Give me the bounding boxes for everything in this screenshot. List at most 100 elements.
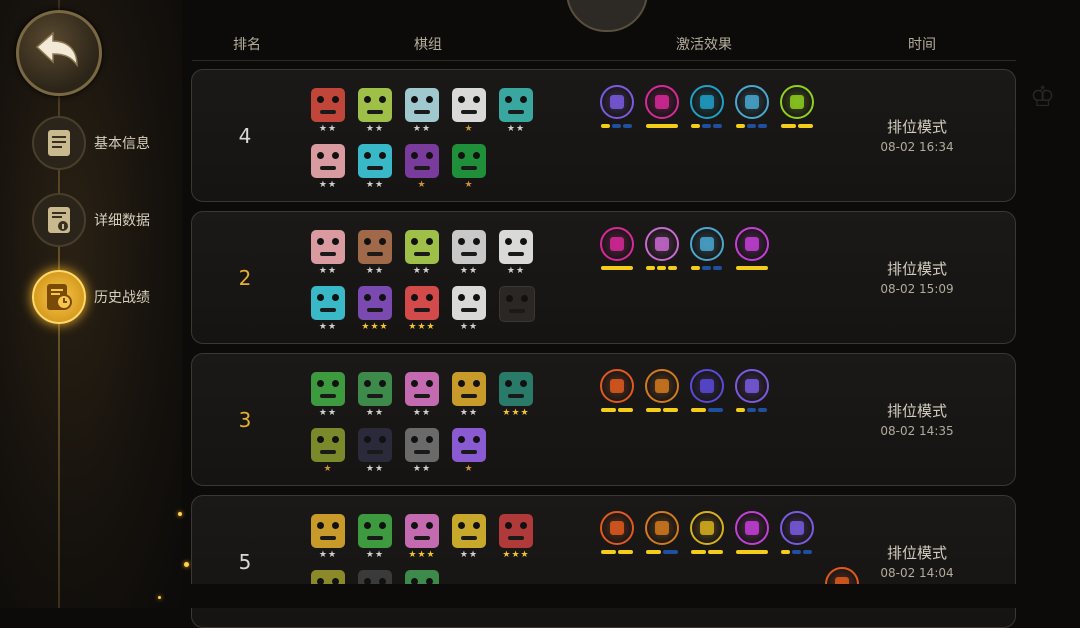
- match-rank: 2: [238, 266, 252, 290]
- star-rating: ★★: [506, 266, 526, 276]
- chess-piece-icon[interactable]: [358, 286, 392, 320]
- synergy-progress: [736, 266, 768, 270]
- match-row[interactable]: 2 ★★ ★★ ★★ ★★ ★★ ★★ ★★★ ★★★ ★★ 排位模式 08-02 15:09: [191, 211, 1016, 344]
- sidebar-item-match-history[interactable]: 历史战绩: [32, 270, 182, 324]
- star-rating: ★★: [459, 322, 479, 332]
- tablet-icon[interactable]: [600, 85, 634, 119]
- spark-decoration: [184, 562, 189, 567]
- star-rating: ★★: [459, 266, 479, 276]
- match-mode: 排位模式: [886, 260, 947, 278]
- info-doc-icon: [32, 193, 86, 247]
- synergy-progress: [781, 124, 813, 128]
- chess-piece-icon[interactable]: [311, 428, 345, 462]
- star-rating: ★★★: [502, 408, 530, 418]
- swirl-icon[interactable]: [690, 85, 724, 119]
- match-row[interactable]: 3 ★★ ★★ ★★ ★★ ★★★ ★ ★★ ★★ ★ 排位模式 08-02 14:35: [191, 353, 1016, 486]
- chess-piece-icon[interactable]: [358, 144, 392, 178]
- match-rank: 4: [238, 124, 252, 148]
- star-rating: ★★: [365, 550, 385, 560]
- top-emblem: [566, 0, 648, 32]
- skull-icon[interactable]: [735, 227, 769, 261]
- chess-piece-icon[interactable]: [499, 230, 533, 264]
- match-time: 08-02 14:04: [880, 566, 954, 580]
- chess-piece-icon[interactable]: [311, 372, 345, 406]
- chess-piece-icon[interactable]: [499, 514, 533, 548]
- star-rating: ★: [323, 464, 333, 474]
- chess-piece-icon[interactable]: [452, 144, 486, 178]
- star-rating: ★★: [365, 266, 385, 276]
- chess-piece-icon[interactable]: [311, 514, 345, 548]
- star-rating: ★★: [318, 550, 338, 560]
- skull-icon[interactable]: [735, 511, 769, 545]
- match-mode: 排位模式: [886, 402, 947, 420]
- gear-icon[interactable]: [645, 369, 679, 403]
- header-rank: 排名: [233, 37, 261, 53]
- synergy-progress: [646, 124, 678, 128]
- header-lineup: 棋组: [414, 37, 442, 53]
- chess-piece-icon[interactable]: [452, 230, 486, 264]
- chess-piece-icon[interactable]: [452, 88, 486, 122]
- star-rating: ★★: [318, 180, 338, 190]
- gear-icon[interactable]: [645, 511, 679, 545]
- mask-icon[interactable]: [600, 511, 634, 545]
- chess-piece-icon[interactable]: [358, 88, 392, 122]
- tablet-icon[interactable]: [735, 369, 769, 403]
- chess-piece-icon[interactable]: [499, 286, 535, 322]
- claw-icon[interactable]: [645, 85, 679, 119]
- chess-piece-icon[interactable]: [358, 372, 392, 406]
- star-rating: ★★: [459, 408, 479, 418]
- chess-piece-icon[interactable]: [452, 372, 486, 406]
- claw-icon[interactable]: [600, 227, 634, 261]
- star-rating: ★★: [412, 408, 432, 418]
- tablet-icon[interactable]: [780, 511, 814, 545]
- sidebar-item-detail-data[interactable]: 详细数据: [32, 193, 182, 247]
- knight-icon[interactable]: [645, 227, 679, 261]
- chess-piece-icon[interactable]: [405, 514, 439, 548]
- synergy-progress: [646, 550, 678, 554]
- synergy-progress: [601, 550, 633, 554]
- synergy-progress: [691, 124, 722, 128]
- chess-piece-icon[interactable]: [311, 230, 345, 264]
- synergy-progress: [601, 266, 633, 270]
- chess-piece-icon[interactable]: [358, 514, 392, 548]
- chess-piece-icon[interactable]: [405, 144, 439, 178]
- chess-piece-icon[interactable]: [405, 428, 439, 462]
- star-rating: ★: [464, 124, 474, 134]
- synergy-progress: [691, 408, 723, 412]
- chess-piece-icon[interactable]: [452, 428, 486, 462]
- star-rating: ★★: [365, 124, 385, 134]
- chess-piece-icon[interactable]: [499, 88, 533, 122]
- swords-icon[interactable]: [690, 511, 724, 545]
- sidebar-item-label: 历史战绩: [94, 290, 150, 306]
- synergy-progress: [736, 550, 768, 554]
- chess-piece-icon[interactable]: [499, 372, 533, 406]
- header-time: 时间: [908, 37, 936, 53]
- chess-piece-icon[interactable]: [311, 144, 345, 178]
- chess-piece-icon[interactable]: [452, 286, 486, 320]
- star-rating: ★★: [318, 266, 338, 276]
- back-button[interactable]: [16, 10, 102, 96]
- chess-piece-icon[interactable]: [311, 88, 345, 122]
- star-rating: ★★: [506, 124, 526, 134]
- mask-icon[interactable]: [600, 369, 634, 403]
- star-rating: ★★★: [408, 322, 436, 332]
- sidebar-item-basic-info[interactable]: 基本信息: [32, 116, 182, 170]
- chess-piece-icon[interactable]: [405, 230, 439, 264]
- chess-piece-icon[interactable]: [311, 286, 345, 320]
- star-rating: ★: [464, 464, 474, 474]
- trefoil-icon[interactable]: [780, 85, 814, 119]
- chess-piece-icon[interactable]: [405, 286, 439, 320]
- match-row[interactable]: 5 ★★ ★★ ★★★ ★★ ★★★ 排位模式 08-02 14:04: [191, 495, 1016, 628]
- chess-piece-icon[interactable]: [452, 514, 486, 548]
- star-rating: ★★: [365, 180, 385, 190]
- helm-icon[interactable]: [735, 85, 769, 119]
- chess-piece-icon[interactable]: [405, 88, 439, 122]
- helm-icon[interactable]: [690, 227, 724, 261]
- match-row[interactable]: 4 ★★ ★★ ★★ ★ ★★ ★★ ★★ ★ ★ 排位模式 08-02 16:34: [191, 69, 1016, 202]
- fish-icon[interactable]: [690, 369, 724, 403]
- chess-piece-icon[interactable]: [358, 230, 392, 264]
- synergy-progress: [646, 408, 678, 412]
- synergy-progress: [736, 408, 767, 412]
- chess-piece-icon[interactable]: [358, 428, 392, 462]
- chess-piece-icon[interactable]: [405, 372, 439, 406]
